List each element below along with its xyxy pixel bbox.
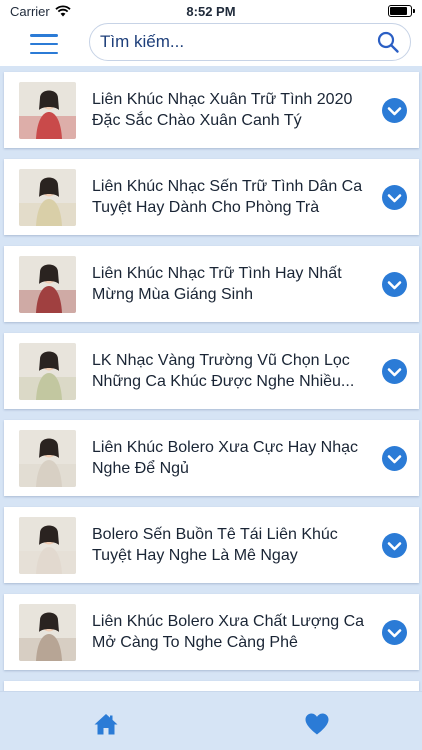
playlist-thumbnail (19, 342, 76, 400)
battery-icon (388, 5, 415, 17)
chevron-down-icon[interactable] (382, 358, 407, 384)
playlist-item[interactable]: Liên Khúc Nhạc Xuân Trữ Tình 2020 Đặc Sắ… (4, 72, 419, 148)
status-left: Carrier (10, 4, 71, 19)
playlist-title: Liên Khúc Bolero Xưa Chất Lượng Ca Mở Cà… (92, 613, 365, 651)
wifi-icon (55, 5, 71, 17)
playlist-item[interactable]: LK Nhạc Vàng Trường Vũ Chọn Lọc Những Ca… (4, 333, 419, 409)
playlist-item[interactable]: Liên Khúc Bolero Xưa Cực Hay Nhạc Nghe Đ… (4, 420, 419, 496)
chevron-down-icon[interactable] (382, 97, 407, 123)
playlist-item[interactable]: Liên Khúc Bolero Xưa Chất Lượng Ca Mở Cà… (4, 594, 419, 670)
tab-bar (0, 691, 422, 750)
app-header (0, 22, 422, 66)
playlist-title: Liên Khúc Bolero Xưa Cực Hay Nhạc Nghe Đ… (92, 439, 358, 477)
playlist-thumbnail (19, 168, 76, 226)
playlist-title: Liên Khúc Nhạc Trữ Tình Hay Nhất Mừng Mù… (92, 265, 342, 303)
playlist-title: Liên Khúc Nhạc Xuân Trữ Tình 2020 Đặc Sắ… (92, 91, 353, 129)
heart-icon[interactable] (304, 712, 330, 736)
home-icon[interactable] (93, 712, 119, 736)
search-icon[interactable] (376, 30, 400, 54)
playlist-list[interactable]: Liên Khúc Nhạc Xuân Trữ Tình 2020 Đặc Sắ… (0, 66, 422, 691)
playlist-thumbnail (19, 429, 76, 487)
search-bar (89, 23, 411, 61)
playlist-title: Bolero Sến Buồn Tê Tái Liên Khúc Tuyệt H… (92, 526, 338, 564)
carrier-label: Carrier (10, 3, 50, 19)
playlist-title: Liên Khúc Nhạc Sến Trữ Tình Dân Ca Tuyệt… (92, 178, 363, 216)
chevron-down-icon[interactable] (382, 532, 407, 558)
search-input[interactable] (100, 32, 376, 52)
playlist-item[interactable] (4, 681, 419, 691)
chevron-down-icon[interactable] (382, 271, 407, 297)
playlist-title: LK Nhạc Vàng Trường Vũ Chọn Lọc Những Ca… (92, 352, 355, 390)
battery-fill (390, 7, 407, 15)
playlist-thumbnail (19, 603, 76, 661)
playlist-thumbnail (19, 255, 76, 313)
chevron-down-icon[interactable] (382, 184, 407, 210)
playlist-item[interactable]: Liên Khúc Nhạc Sến Trữ Tình Dân Ca Tuyệt… (4, 159, 419, 235)
playlist-item[interactable]: Liên Khúc Nhạc Trữ Tình Hay Nhất Mừng Mù… (4, 246, 419, 322)
playlist-item[interactable]: Bolero Sến Buồn Tê Tái Liên Khúc Tuyệt H… (4, 507, 419, 583)
status-bar: Carrier 8:52 PM (0, 0, 422, 22)
hamburger-menu-icon[interactable] (30, 34, 58, 54)
chevron-down-icon[interactable] (382, 445, 407, 471)
playlist-thumbnail (19, 516, 76, 574)
playlist-thumbnail (19, 81, 76, 139)
chevron-down-icon[interactable] (382, 619, 407, 645)
